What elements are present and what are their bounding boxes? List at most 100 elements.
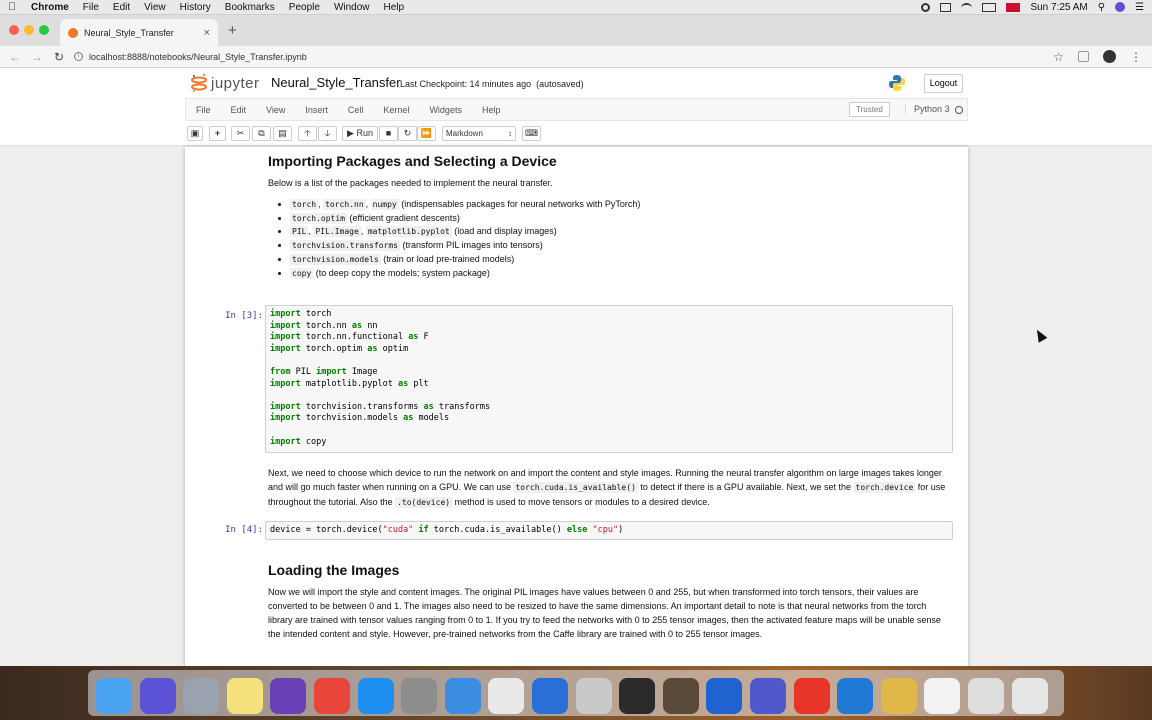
paste-icon[interactable]: ▤ [273, 126, 292, 141]
file-icon[interactable] [924, 678, 961, 714]
code-line: device = torch.device("cuda" if torch.cu… [270, 525, 948, 537]
code-keyword: import [270, 309, 301, 319]
os-menu-help[interactable]: Help [377, 2, 412, 13]
app-store-icon[interactable] [357, 678, 394, 714]
os-menu-bookmarks[interactable]: Bookmarks [218, 2, 282, 13]
jupyter-menu-view[interactable]: View [256, 105, 295, 115]
trusted-badge[interactable]: Trusted [849, 102, 890, 117]
launchpad-icon[interactable] [183, 678, 220, 714]
code-text: torch.nn.functional [300, 332, 409, 343]
minimize-window-icon[interactable] [24, 25, 34, 35]
flag-icon[interactable] [1006, 2, 1021, 12]
visual-studio-icon[interactable] [270, 678, 307, 714]
os-menu-people[interactable]: People [282, 2, 327, 13]
chrome-menu-icon[interactable]: ⋮ [1130, 50, 1142, 64]
insert-cell-icon[interactable]: + [209, 126, 226, 141]
os-menu-window[interactable]: Window [327, 2, 377, 13]
logout-button[interactable]: Logout [924, 74, 963, 93]
code-string: "cuda" [382, 525, 414, 535]
jupyter-menu-edit[interactable]: Edit [221, 105, 257, 115]
record-icon[interactable] [921, 2, 931, 12]
xcode-icon[interactable] [444, 678, 481, 714]
jupyter-menu-kernel[interactable]: Kernel [373, 105, 419, 115]
code-text: torch.cuda.is_available() [428, 525, 567, 535]
terminal-icon[interactable] [619, 678, 656, 714]
code-keyword: import [270, 378, 301, 389]
teamviewer-icon[interactable] [706, 678, 743, 714]
os-menu-view[interactable]: View [137, 2, 173, 13]
markdown-cell-device[interactable]: Next, we need to choose which device to … [268, 466, 948, 510]
database-icon[interactable] [880, 678, 917, 714]
bookmark-star-icon[interactable]: ☆ [1053, 50, 1064, 64]
markdown-cell-loading[interactable]: Loading the Images Now we will import th… [268, 563, 948, 641]
os-menu-app[interactable]: Chrome [24, 2, 76, 13]
user-icon[interactable] [1115, 2, 1126, 12]
help-icon[interactable] [575, 678, 612, 714]
quicktime-icon[interactable] [532, 678, 568, 714]
teams-icon[interactable] [750, 678, 786, 714]
command-palette-icon[interactable]: ⌨ [522, 126, 541, 141]
browser-tab[interactable]: Neural_Style_Transfer × [60, 19, 218, 46]
code-cell-imports[interactable]: import torch import torch.nn as nn import … [265, 305, 953, 453]
new-tab-button[interactable]: + [228, 22, 237, 39]
jupyter-menu-cell[interactable]: Cell [338, 105, 374, 115]
window-icon[interactable] [968, 678, 1004, 714]
apple-menu-icon[interactable]:  [0, 1, 24, 13]
jupyter-menu-help[interactable]: Help [472, 105, 511, 115]
interrupt-icon[interactable]: ■ [379, 126, 398, 141]
code-keyword: as [423, 401, 434, 412]
save-icon[interactable]: ▣ [187, 126, 203, 141]
preview-icon[interactable] [488, 678, 525, 714]
extension-icon[interactable] [1078, 51, 1089, 62]
notebook-name[interactable]: Neural_Style_Transfer [271, 75, 401, 90]
move-down-icon[interactable]: 🡣 [318, 126, 337, 141]
os-menu-edit[interactable]: Edit [106, 2, 137, 13]
tab-title: Neural_Style_Transfer [84, 27, 174, 38]
reload-icon[interactable]: ↻ [48, 50, 70, 64]
cell-type-select[interactable]: Markdown [442, 126, 516, 141]
clock[interactable]: Sun 7:25 AM [1030, 2, 1087, 13]
jupyter-menu-widgets[interactable]: Widgets [419, 105, 472, 115]
chrome-icon[interactable] [314, 678, 350, 714]
restart-icon[interactable]: ↻ [398, 126, 417, 141]
notes-icon[interactable] [226, 678, 263, 714]
jupyter-menubar: File Edit View Insert Cell Kernel Widget… [185, 98, 968, 121]
jupyter-logo[interactable]: jupyter [191, 73, 260, 93]
site-info-icon[interactable]: i [74, 52, 83, 61]
os-menu-file[interactable]: File [76, 2, 106, 13]
run-button[interactable]: ▶ Run [342, 126, 378, 141]
finder-icon[interactable] [96, 678, 132, 714]
system-preferences-icon[interactable] [401, 678, 438, 714]
vscode-icon[interactable] [837, 678, 874, 714]
code-cell-device[interactable]: device = torch.device("cuda" if torch.cu… [265, 521, 953, 540]
kernel-name[interactable]: Python 3 [905, 104, 950, 114]
maximize-window-icon[interactable] [39, 25, 49, 35]
forward-icon[interactable]: → [26, 50, 48, 64]
charts-icon[interactable] [793, 678, 830, 714]
cut-icon[interactable]: ✂ [231, 126, 250, 141]
markdown-cell-packages[interactable]: Importing Packages and Selecting a Devic… [268, 154, 948, 280]
code-keyword: from [270, 366, 291, 377]
wifi-icon[interactable] [961, 2, 973, 12]
spotlight-icon[interactable]: ⚲ [1098, 2, 1105, 13]
battery-icon[interactable] [982, 2, 997, 12]
back-icon[interactable]: ← [4, 50, 26, 64]
close-tab-icon[interactable]: × [204, 27, 210, 39]
restart-run-all-icon[interactable]: ⏩ [417, 126, 436, 141]
trash-icon[interactable] [1011, 678, 1048, 714]
airplay-icon[interactable] [940, 2, 952, 12]
package-desc: (indispensables packages for neural netw… [401, 199, 641, 209]
os-menu-history[interactable]: History [173, 2, 218, 13]
notification-center-icon[interactable]: ☰ [1135, 2, 1144, 13]
copy-icon[interactable]: ⧉ [252, 126, 271, 141]
profile-avatar[interactable] [1103, 50, 1116, 63]
jupyter-menu-insert[interactable]: Insert [295, 105, 338, 115]
move-up-icon[interactable]: 🡡 [298, 126, 317, 141]
code-keyword: import [270, 320, 301, 331]
kernel-status-icon [955, 106, 963, 114]
anaconda-icon[interactable] [662, 678, 699, 714]
address-bar[interactable]: i localhost:8888/notebooks/Neural_Style_… [74, 52, 307, 62]
close-window-icon[interactable] [9, 25, 19, 35]
jupyter-menu-file[interactable]: File [186, 105, 221, 115]
siri-icon[interactable] [139, 678, 176, 714]
